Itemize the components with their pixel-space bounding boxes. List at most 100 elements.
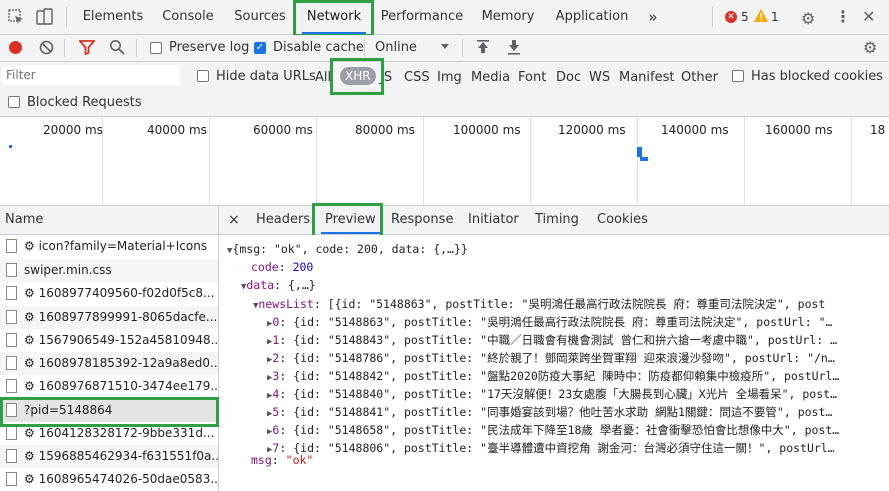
- tab-sources[interactable]: Sources: [229, 0, 291, 34]
- request-name: ⚙ 1608977409560-f02d0f5c8...: [24, 286, 215, 300]
- tab-application[interactable]: Application: [551, 0, 633, 34]
- request-row[interactable]: ⚙ 1608977899991-8065dacfe...: [0, 306, 218, 329]
- request-row[interactable]: ⚙ 1596885462934-f631551f0a...: [0, 445, 218, 468]
- close-detail-button[interactable]: ×: [228, 206, 240, 234]
- json-news-item[interactable]: ▶0: {id: "5148863", postTitle: "吳明鴻任最高行政…: [267, 314, 832, 330]
- request-row-selected[interactable]: ?pid=5148864: [0, 399, 218, 422]
- more-options-icon[interactable]: ⋮: [835, 7, 851, 26]
- filter-input[interactable]: [2, 65, 180, 85]
- gear-icon: ⚙: [24, 356, 39, 370]
- timeline-tick: 18: [870, 123, 886, 137]
- request-row[interactable]: ⚙ 1608976871510-3474ee179...: [0, 375, 218, 398]
- file-icon: [6, 239, 17, 253]
- json-code-line: code: 200: [251, 260, 314, 274]
- close-devtools-icon[interactable]: ✕: [862, 7, 875, 26]
- settings-gear-icon[interactable]: ⚙: [801, 9, 815, 28]
- record-icon[interactable]: [9, 41, 22, 54]
- search-icon[interactable]: [109, 39, 125, 58]
- tab-timing[interactable]: Timing: [535, 206, 579, 234]
- tab-preview[interactable]: Preview: [321, 206, 380, 234]
- network-settings-gear-icon[interactable]: ⚙: [863, 38, 877, 57]
- tab-performance[interactable]: Performance: [380, 0, 464, 34]
- has-blocked-cookies-label: Has blocked cookies: [751, 69, 884, 84]
- request-row[interactable]: swiper.min.css: [0, 259, 218, 282]
- more-tabs-button[interactable]: »: [642, 0, 664, 34]
- tab-cookies[interactable]: Cookies: [597, 206, 648, 234]
- tab-elements[interactable]: Elements: [80, 0, 146, 34]
- gear-icon: ⚙: [24, 286, 39, 300]
- error-icon[interactable]: ✕: [725, 11, 737, 23]
- tab-network[interactable]: Network: [298, 0, 370, 34]
- filter-type-manifest[interactable]: Manifest: [619, 70, 674, 85]
- filter-type-media[interactable]: Media: [471, 70, 510, 85]
- inspect-element-icon[interactable]: [8, 9, 24, 28]
- timeline-tick: 120000 ms: [558, 123, 626, 137]
- gear-icon: ⚙: [24, 310, 39, 324]
- gear-icon: ⚙: [24, 472, 39, 486]
- filter-type-all[interactable]: All: [315, 70, 331, 85]
- request-row[interactable]: ⚙ 1608978185392-12a9a8ed0...: [0, 352, 218, 375]
- blocked-requests-label: Blocked Requests: [27, 95, 142, 110]
- timeline-tick: 40000 ms: [147, 123, 207, 137]
- request-name: ?pid=5148864: [24, 403, 113, 417]
- timeline-tick: 20000 ms: [43, 123, 103, 137]
- network-overview-timeline[interactable]: 20000 ms 40000 ms 60000 ms 80000 ms 1000…: [0, 117, 889, 206]
- file-icon: [6, 356, 17, 370]
- json-news-item[interactable]: ▶2: {id: "5148786", postTitle: "終於親了！鄧岡萊…: [267, 350, 835, 366]
- preserve-log-checkbox[interactable]: [150, 42, 162, 54]
- blocked-requests-checkbox[interactable]: [8, 96, 20, 108]
- request-row[interactable]: ⚙ 1567906549-152a45810948...: [0, 329, 218, 352]
- filter-type-css[interactable]: CSS: [404, 70, 430, 85]
- json-msg-line: msg: "ok": [251, 453, 314, 467]
- tab-console[interactable]: Console: [157, 0, 219, 34]
- filter-type-js[interactable]: JS: [380, 70, 392, 85]
- request-name: ⚙ 1596885462934-f631551f0a...: [24, 449, 218, 463]
- import-har-icon[interactable]: [476, 40, 490, 58]
- request-row[interactable]: ⚙ 1608977409560-f02d0f5c8...: [0, 282, 218, 305]
- file-icon: [6, 403, 17, 417]
- filter-type-xhr[interactable]: XHR: [340, 67, 376, 85]
- request-name: ⚙ 1608965474026-50dae0583...: [24, 472, 218, 486]
- filter-type-other[interactable]: Other: [681, 70, 718, 85]
- tab-headers[interactable]: Headers: [256, 206, 310, 234]
- request-row[interactable]: ⚙ 1604128328172-9bbe331d...: [0, 422, 218, 445]
- request-list: Name ⚙ icon?family=Material+Icons swiper…: [0, 206, 219, 491]
- has-blocked-cookies-checkbox[interactable]: [732, 70, 744, 82]
- file-icon: [6, 426, 17, 440]
- file-icon: [6, 449, 17, 463]
- filter-type-font[interactable]: Font: [518, 70, 546, 85]
- request-name: swiper.min.css: [24, 263, 112, 277]
- request-row[interactable]: ⚙ icon?family=Material+Icons: [0, 235, 218, 258]
- json-news-item[interactable]: ▶1: {id: "5148843", postTitle: "中職／日職會有機…: [267, 332, 837, 348]
- tab-memory[interactable]: Memory: [476, 0, 540, 34]
- hide-data-urls-checkbox[interactable]: [197, 70, 209, 82]
- request-row[interactable]: ⚙ 1608965474026-50dae0583...: [0, 468, 218, 491]
- request-name: ⚙ icon?family=Material+Icons: [24, 239, 208, 253]
- json-news-item[interactable]: ▶4: {id: "5148840", postTitle: "17天沒解便！2…: [267, 386, 837, 402]
- disable-cache-label: Disable cache: [273, 40, 364, 55]
- disable-cache-checkbox[interactable]: ✓: [254, 42, 266, 54]
- json-newslist-line[interactable]: ▼newsList: [{id: "5148863", postTitle: "…: [253, 296, 825, 312]
- filter-type-doc[interactable]: Doc: [556, 70, 581, 85]
- name-column-header[interactable]: Name: [0, 206, 218, 235]
- json-news-item[interactable]: ▶6: {id: "5148658", postTitle: "民法成年下降至1…: [267, 422, 839, 438]
- warning-icon[interactable]: [754, 9, 768, 25]
- json-data-line[interactable]: ▼data: {,…}: [241, 278, 316, 292]
- json-root-line[interactable]: ▼{msg: "ok", code: 200, data: {,…}}: [227, 242, 468, 256]
- tab-initiator[interactable]: Initiator: [468, 206, 519, 234]
- detail-tab-bar: × Headers Preview Response Initiator Tim…: [219, 206, 889, 235]
- device-toolbar-icon[interactable]: [36, 8, 54, 29]
- chevron-down-icon[interactable]: [441, 44, 449, 49]
- filter-type-img[interactable]: Img: [437, 70, 462, 85]
- json-news-item[interactable]: ▶3: {id: "5148842", postTitle: "盤點2020防疫…: [267, 368, 839, 384]
- filter-icon[interactable]: [78, 40, 96, 58]
- clear-icon[interactable]: [39, 40, 54, 58]
- filter-type-ws[interactable]: WS: [589, 70, 610, 85]
- export-har-icon[interactable]: [507, 40, 521, 58]
- timeline-request-bar: [637, 147, 642, 157]
- throttle-select[interactable]: Online: [375, 40, 417, 55]
- tab-response[interactable]: Response: [391, 206, 453, 234]
- json-news-item[interactable]: ▶7: {id: "5148806", postTitle: "臺半導體遭中資挖…: [267, 440, 835, 456]
- timeline-tick: 100000 ms: [453, 123, 521, 137]
- json-news-item[interactable]: ▶5: {id: "5148841", postTitle: "同事婚宴該到場？…: [267, 404, 832, 420]
